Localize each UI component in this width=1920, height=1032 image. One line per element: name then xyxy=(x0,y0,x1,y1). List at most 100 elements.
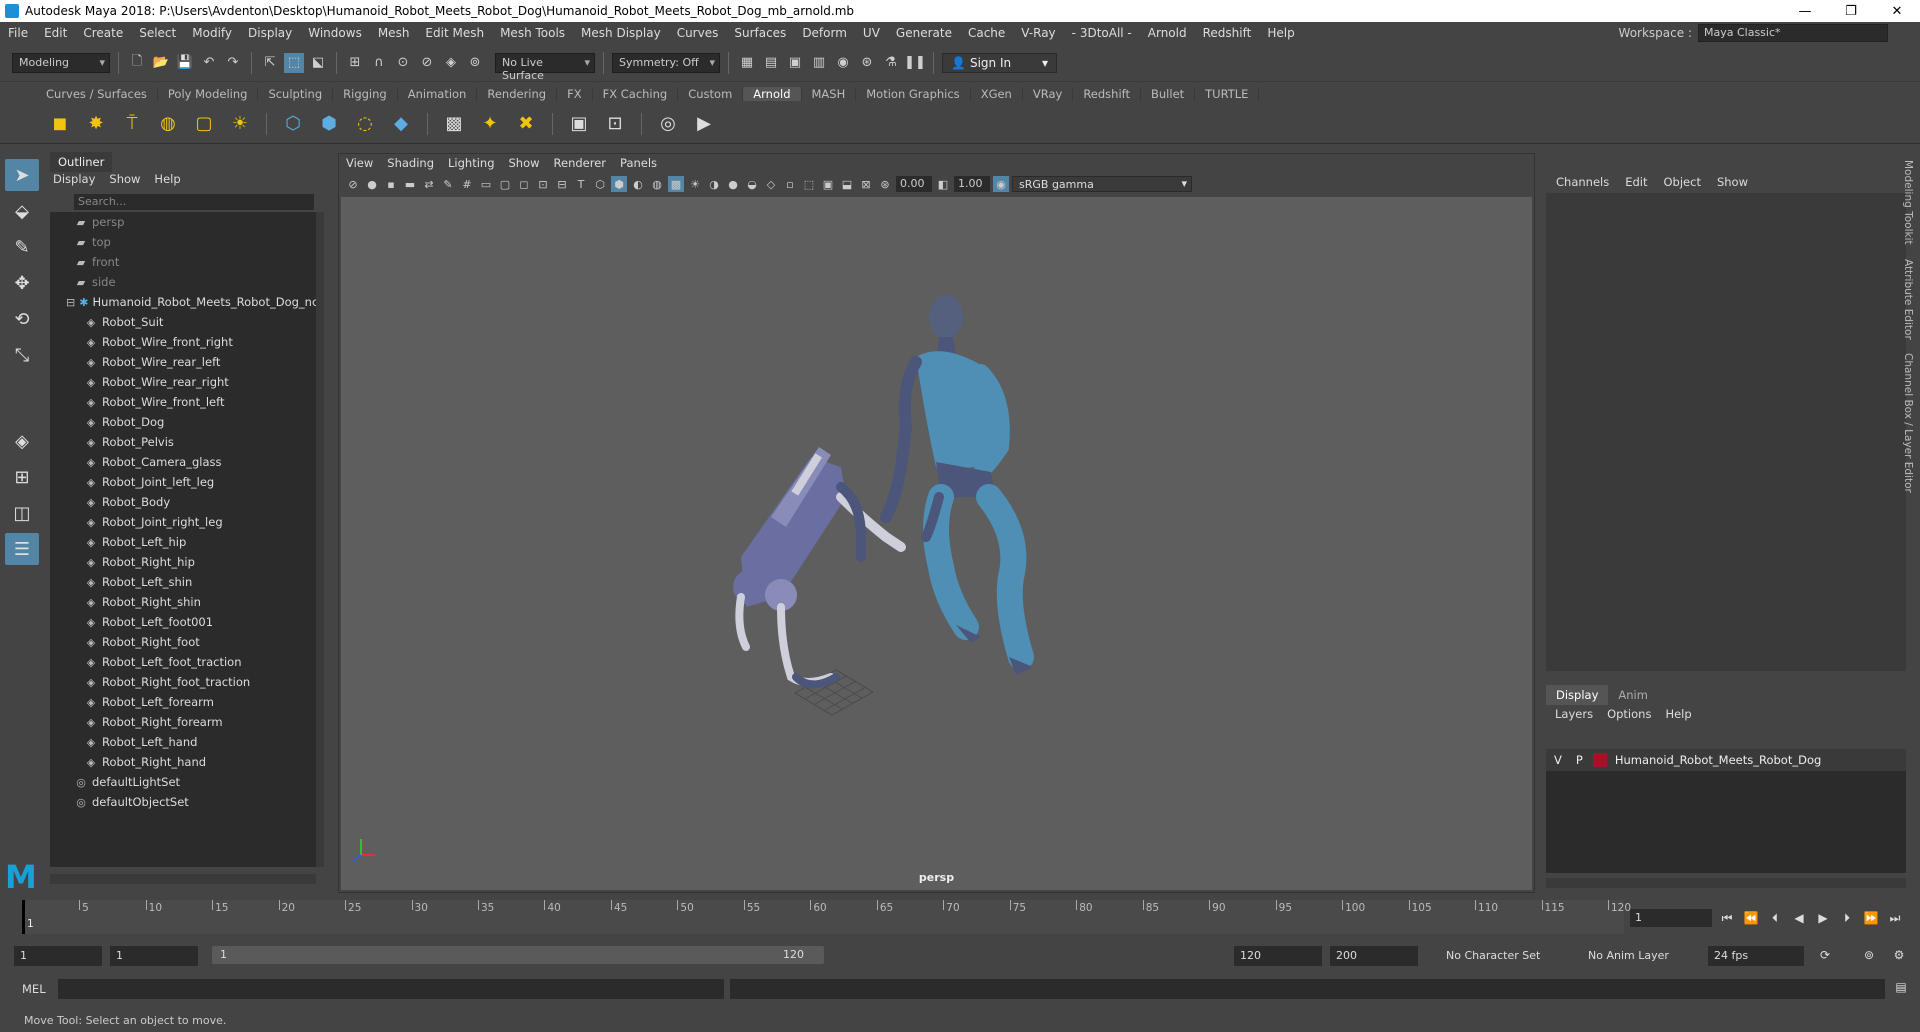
side-tab-modeling-toolkit[interactable]: Modeling Toolkit xyxy=(1902,160,1914,245)
tx-manager-icon[interactable]: ▣ xyxy=(565,110,593,138)
outliner-search-input[interactable]: Search... xyxy=(74,194,314,210)
scale-tool-icon[interactable]: ⤡ xyxy=(5,339,39,371)
menu-help[interactable]: Help xyxy=(1259,26,1302,40)
layer-visibility-toggle[interactable]: V xyxy=(1554,753,1562,767)
gamma-field[interactable]: 1.00 xyxy=(954,176,990,192)
menu-mesh-display[interactable]: Mesh Display xyxy=(573,26,669,40)
outliner-item[interactable]: ⊟ ✱ Humanoid_Robot_Meets_Robot_Dog_ncl xyxy=(50,292,316,312)
object-menu[interactable]: Object xyxy=(1656,173,1709,191)
outliner-item[interactable]: ▰ top xyxy=(50,232,316,252)
safe-action-icon[interactable]: ⊟ xyxy=(554,176,570,192)
safe-title-icon[interactable]: T xyxy=(573,176,589,192)
help-menu[interactable]: Help xyxy=(1658,705,1698,723)
shelf-tab-sculpting[interactable]: Sculpting xyxy=(258,87,334,101)
color-space-dropdown[interactable]: sRGB gamma xyxy=(1012,176,1192,192)
outliner-item[interactable]: ◈ Robot_Joint_right_leg xyxy=(50,512,316,532)
standin-icon[interactable]: ⬡ xyxy=(279,110,307,138)
menu-display[interactable]: Display xyxy=(240,26,300,40)
edit-menu[interactable]: Edit xyxy=(1617,173,1655,191)
smooth-shade-icon[interactable]: ⬢ xyxy=(611,176,627,192)
layer-tab-anim[interactable]: Anim xyxy=(1608,685,1658,705)
license-manager-icon[interactable]: ⊡ xyxy=(601,110,629,138)
xray-icon[interactable]: ▣ xyxy=(820,176,836,192)
outliner-tab[interactable]: Outliner xyxy=(50,152,113,172)
shelf-tab-animation[interactable]: Animation xyxy=(398,87,478,101)
menu-cache[interactable]: Cache xyxy=(960,26,1013,40)
viewport-menu-lighting[interactable]: Lighting xyxy=(441,154,501,172)
snap-live-icon[interactable]: ⊚ xyxy=(465,53,485,73)
camera-select-icon[interactable]: ⊘ xyxy=(345,176,361,192)
auto-key-icon[interactable]: ⊚ xyxy=(1860,948,1878,962)
menu-arnold[interactable]: Arnold xyxy=(1140,26,1195,40)
gamma-icon[interactable]: ◧ xyxy=(935,176,951,192)
snap-grid-icon[interactable]: ⊞ xyxy=(345,53,365,73)
layers-menu[interactable]: Layers xyxy=(1548,705,1600,723)
menu-generate[interactable]: Generate xyxy=(888,26,960,40)
skydome-light-icon[interactable]: ◍ xyxy=(154,110,182,138)
outliner-item[interactable]: ◈ Robot_Wire_rear_right xyxy=(50,372,316,392)
layer-name[interactable]: Humanoid_Robot_Meets_Robot_Dog xyxy=(1615,753,1821,767)
channel-box-area[interactable] xyxy=(1546,193,1906,671)
open-scene-icon[interactable]: 📂 xyxy=(151,53,171,73)
step-back-key-icon[interactable]: ⏪ xyxy=(1742,911,1760,925)
snap-view-icon[interactable]: ⊘ xyxy=(417,53,437,73)
single-perspective-layout-icon[interactable]: ◈ xyxy=(5,425,39,457)
menu-windows[interactable]: Windows xyxy=(300,26,370,40)
outliner-item[interactable]: ◈ Robot_Left_hip xyxy=(50,532,316,552)
shelf-tab-arnold[interactable]: Arnold xyxy=(743,87,802,101)
wireframe-icon[interactable]: ⬡ xyxy=(592,176,608,192)
render-view-icon[interactable]: ▣ xyxy=(785,53,805,73)
layer-row[interactable]: V P Humanoid_Robot_Meets_Robot_Dog xyxy=(1546,749,1906,771)
outliner-item[interactable]: ◈ Robot_Left_foot001 xyxy=(50,612,316,632)
menu-create[interactable]: Create xyxy=(75,26,131,40)
menu-deform[interactable]: Deform xyxy=(794,26,855,40)
preferences-icon[interactable]: ⚙ xyxy=(1890,948,1908,962)
ipr-render-icon[interactable]: ◉ xyxy=(833,53,853,73)
minimize-button[interactable]: — xyxy=(1782,4,1828,19)
select-tool-icon[interactable]: ➤ xyxy=(5,159,39,191)
outliner-item[interactable]: ▰ persp xyxy=(50,212,316,232)
layer-color-swatch[interactable] xyxy=(1592,753,1607,767)
collapse-icon[interactable]: ⊟ xyxy=(66,296,75,309)
play-backwards-icon[interactable]: ◀ xyxy=(1790,911,1808,925)
step-forward-key-icon[interactable]: ⏵ xyxy=(1838,911,1856,926)
viewport-menu-renderer[interactable]: Renderer xyxy=(547,154,614,172)
current-time-marker[interactable] xyxy=(22,900,25,934)
outliner-item[interactable]: ◈ Robot_Right_forearm xyxy=(50,712,316,732)
outliner-list[interactable]: ▰ persp ▰ top ▰ front ▰ side ⊟ ✱ Humanoid_Robot_Me… xyxy=(50,212,316,867)
play-render-icon[interactable]: ▶ xyxy=(690,110,718,138)
outliner-item[interactable]: ◈ Robot_Joint_left_leg xyxy=(50,472,316,492)
layer-tab-display[interactable]: Display xyxy=(1546,685,1609,705)
menu-edit-mesh[interactable]: Edit Mesh xyxy=(417,26,492,40)
play-forwards-icon[interactable]: ▶ xyxy=(1814,911,1832,925)
menu-vray[interactable]: V-Ray xyxy=(1013,26,1063,40)
shelf-tab-fx[interactable]: FX xyxy=(557,87,593,101)
outliner-item[interactable]: ◈ Robot_Wire_front_right xyxy=(50,332,316,352)
shelf-tab-vray[interactable]: VRay xyxy=(1023,87,1074,101)
animation-end-field[interactable]: 200 xyxy=(1330,946,1418,966)
outliner-menu-display[interactable]: Display xyxy=(46,170,102,188)
grid-toggle-icon[interactable]: # xyxy=(459,176,475,192)
photometric-light-icon[interactable]: ⍑ xyxy=(118,110,146,138)
fps-dropdown[interactable]: 24 fps xyxy=(1708,946,1804,966)
side-tab-attribute-editor[interactable]: Attribute Editor xyxy=(1902,259,1914,340)
textured-icon[interactable]: ▩ xyxy=(668,176,684,192)
playback-start-field[interactable]: 1 xyxy=(110,946,198,966)
undo-icon[interactable]: ↶ xyxy=(199,53,219,73)
3d-viewport[interactable]: persp xyxy=(341,197,1532,890)
outliner-item[interactable]: ◈ Robot_Pelvis xyxy=(50,432,316,452)
render-view-shelf-icon[interactable]: ▩ xyxy=(440,110,468,138)
anim-layer-dropdown[interactable]: No Anim Layer xyxy=(1582,946,1682,966)
isolate-select-icon[interactable]: ⬚ xyxy=(801,176,817,192)
xray-joints-icon[interactable]: ⬓ xyxy=(839,176,855,192)
film-gate-icon[interactable]: ▭ xyxy=(478,176,494,192)
render-sequence-icon[interactable]: ▤ xyxy=(761,53,781,73)
ambient-occlusion-icon[interactable]: ● xyxy=(725,176,741,192)
xray-components-icon[interactable]: ⊠ xyxy=(858,176,874,192)
maximize-button[interactable]: ❐ xyxy=(1828,4,1874,19)
command-language-label[interactable]: MEL xyxy=(22,982,46,996)
shelf-tab-rendering[interactable]: Rendering xyxy=(477,87,558,101)
arnold-render-icon[interactable]: ⊛ xyxy=(857,53,877,73)
viewport-menu-shading[interactable]: Shading xyxy=(380,154,441,172)
time-slider-track[interactable]: 5 10 15 20 25 30 35 40 45 50 55 60 65 70 75 80 85 90 95 100… xyxy=(22,900,1631,934)
